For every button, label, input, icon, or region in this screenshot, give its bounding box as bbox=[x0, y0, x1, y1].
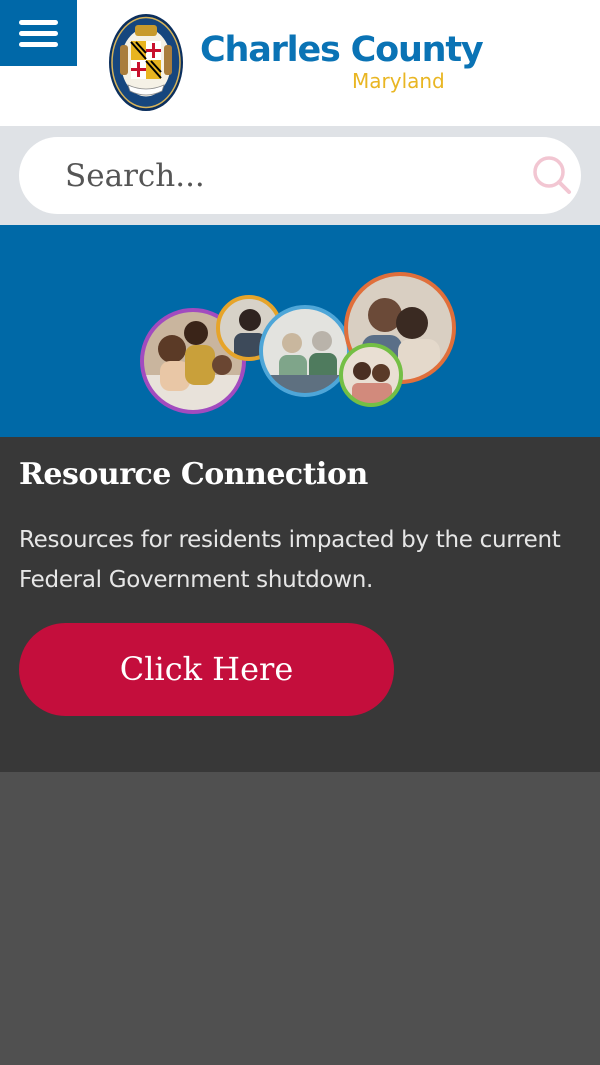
hero-banner bbox=[0, 225, 600, 437]
family-photos-image bbox=[140, 272, 456, 414]
search-box bbox=[19, 137, 581, 214]
search-input[interactable] bbox=[65, 151, 505, 201]
card-description: Resources for residents impacted by the … bbox=[19, 527, 561, 593]
search-icon[interactable] bbox=[531, 154, 573, 196]
county-seal-icon[interactable] bbox=[108, 13, 184, 112]
search-bar bbox=[0, 126, 600, 225]
site-header: Charles County Maryland bbox=[0, 0, 600, 126]
resource-connection-card: Resource Connection Resources for reside… bbox=[0, 437, 600, 772]
menu-bar bbox=[19, 42, 58, 47]
site-title: Charles County bbox=[200, 30, 484, 70]
menu-button[interactable] bbox=[0, 0, 77, 66]
site-subtitle: Maryland bbox=[352, 69, 445, 93]
brand[interactable]: Charles County Maryland bbox=[200, 28, 484, 93]
click-here-button[interactable]: Click Here bbox=[19, 623, 394, 716]
menu-bar bbox=[19, 20, 58, 25]
card-title: Resource Connection bbox=[19, 457, 368, 492]
menu-bar bbox=[19, 31, 58, 36]
